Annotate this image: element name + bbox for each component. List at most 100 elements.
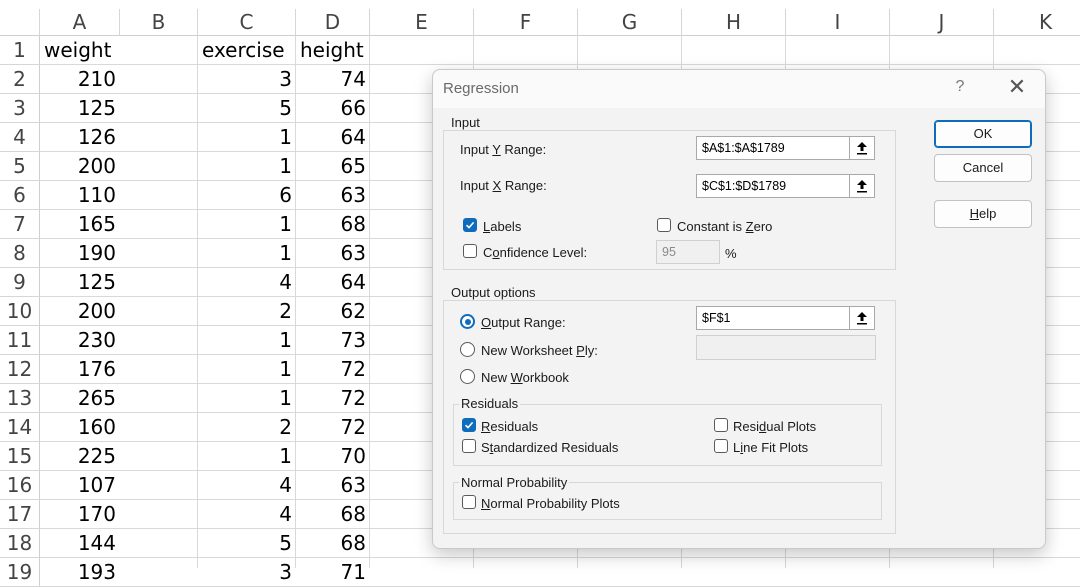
help-button[interactable]: Help — [934, 200, 1032, 228]
cell-c3[interactable]: 5 — [198, 94, 296, 123]
cell-d10[interactable]: 62 — [296, 297, 370, 326]
select-all-corner[interactable] — [0, 9, 40, 36]
row-header-13[interactable]: 13 — [0, 384, 40, 413]
cell-a14[interactable]: 160 — [40, 413, 120, 442]
column-header-h[interactable]: H — [682, 9, 786, 36]
cell-a3[interactable]: 125 — [40, 94, 120, 123]
line-fit-plots-checkbox[interactable] — [714, 439, 728, 453]
input-y-range-field[interactable]: $A$1:$A$1789 — [696, 136, 851, 160]
row-header-12[interactable]: 12 — [0, 355, 40, 384]
cell-a10[interactable]: 200 — [40, 297, 120, 326]
row-header-7[interactable]: 7 — [0, 210, 40, 239]
column-header-a[interactable]: A — [40, 9, 120, 36]
cell-a18[interactable]: 144 — [40, 529, 120, 558]
row-header-2[interactable]: 2 — [0, 65, 40, 94]
confidence-level-checkbox[interactable] — [463, 244, 477, 258]
cell-a5[interactable]: 200 — [40, 152, 120, 181]
cell-d2[interactable]: 74 — [296, 65, 370, 94]
cell-c4[interactable]: 1 — [198, 123, 296, 152]
cell-a1[interactable]: weight — [40, 36, 120, 65]
cell-d6[interactable]: 63 — [296, 181, 370, 210]
cell-a12[interactable]: 176 — [40, 355, 120, 384]
output-range-picker-button[interactable] — [849, 306, 875, 330]
output-range-field[interactable]: $F$1 — [696, 306, 851, 330]
column-header-g[interactable]: G — [578, 9, 682, 36]
y-range-picker-button[interactable] — [849, 136, 875, 160]
confidence-level-field[interactable]: 95 — [656, 240, 720, 264]
row-header-17[interactable]: 17 — [0, 500, 40, 529]
cell-d4[interactable]: 64 — [296, 123, 370, 152]
input-x-range-field[interactable]: $C$1:$D$1789 — [696, 174, 851, 198]
cell-d3[interactable]: 66 — [296, 94, 370, 123]
cell-c1[interactable]: exercise — [198, 36, 296, 65]
row-header-3[interactable]: 3 — [0, 94, 40, 123]
cell-c12[interactable]: 1 — [198, 355, 296, 384]
cell-d15[interactable]: 70 — [296, 442, 370, 471]
column-header-k[interactable]: K — [994, 9, 1080, 36]
cell-d12[interactable]: 72 — [296, 355, 370, 384]
cell-d13[interactable]: 72 — [296, 384, 370, 413]
row-header-11[interactable]: 11 — [0, 326, 40, 355]
cell-d17[interactable]: 68 — [296, 500, 370, 529]
x-range-picker-button[interactable] — [849, 174, 875, 198]
dialog-titlebar[interactable]: Regression ? ✕ — [433, 70, 1045, 108]
normal-probability-plots-checkbox[interactable] — [462, 495, 476, 509]
row-header-5[interactable]: 5 — [0, 152, 40, 181]
cell-a6[interactable]: 110 — [40, 181, 120, 210]
column-header-d[interactable]: D — [296, 9, 370, 36]
cell-c14[interactable]: 2 — [198, 413, 296, 442]
column-header-b[interactable]: B — [120, 9, 198, 36]
cancel-button[interactable]: Cancel — [934, 154, 1032, 182]
cell-c6[interactable]: 6 — [198, 181, 296, 210]
residual-plots-checkbox[interactable] — [714, 418, 728, 432]
column-header-j[interactable]: J — [890, 9, 994, 36]
cell-a8[interactable]: 190 — [40, 239, 120, 268]
new-workbook-radio[interactable] — [460, 369, 475, 384]
cell-a19[interactable]: 193 — [40, 558, 120, 587]
cell-c7[interactable]: 1 — [198, 210, 296, 239]
row-header-1[interactable]: 1 — [0, 36, 40, 65]
cell-c5[interactable]: 1 — [198, 152, 296, 181]
cell-d19[interactable]: 71 — [296, 558, 370, 587]
residuals-checkbox[interactable] — [462, 418, 476, 432]
cell-d5[interactable]: 65 — [296, 152, 370, 181]
row-header-15[interactable]: 15 — [0, 442, 40, 471]
cell-c17[interactable]: 4 — [198, 500, 296, 529]
cell-c8[interactable]: 1 — [198, 239, 296, 268]
row-header-14[interactable]: 14 — [0, 413, 40, 442]
cell-d18[interactable]: 68 — [296, 529, 370, 558]
column-header-e[interactable]: E — [370, 9, 474, 36]
cell-d7[interactable]: 68 — [296, 210, 370, 239]
ok-button[interactable]: OK — [934, 120, 1032, 148]
constant-zero-checkbox[interactable] — [657, 218, 671, 232]
row-header-4[interactable]: 4 — [0, 123, 40, 152]
column-header-f[interactable]: F — [474, 9, 578, 36]
cell-d11[interactable]: 73 — [296, 326, 370, 355]
output-range-radio[interactable] — [460, 314, 475, 329]
labels-checkbox[interactable] — [463, 218, 477, 232]
row-header-10[interactable]: 10 — [0, 297, 40, 326]
cell-d1[interactable]: height — [296, 36, 370, 65]
cell-a15[interactable]: 225 — [40, 442, 120, 471]
new-worksheet-ply-field[interactable] — [696, 335, 876, 360]
close-icon[interactable]: ✕ — [1005, 76, 1029, 98]
cell-c11[interactable]: 1 — [198, 326, 296, 355]
cell-a9[interactable]: 125 — [40, 268, 120, 297]
row-header-16[interactable]: 16 — [0, 471, 40, 500]
cell-c16[interactable]: 4 — [198, 471, 296, 500]
cell-a2[interactable]: 210 — [40, 65, 120, 94]
column-header-c[interactable]: C — [198, 9, 296, 36]
cell-d14[interactable]: 72 — [296, 413, 370, 442]
row-header-18[interactable]: 18 — [0, 529, 40, 558]
row-header-6[interactable]: 6 — [0, 181, 40, 210]
cell-c15[interactable]: 1 — [198, 442, 296, 471]
cell-a11[interactable]: 230 — [40, 326, 120, 355]
cell-a17[interactable]: 170 — [40, 500, 120, 529]
cell-c13[interactable]: 1 — [198, 384, 296, 413]
cell-c10[interactable]: 2 — [198, 297, 296, 326]
column-header-i[interactable]: I — [786, 9, 890, 36]
cell-c18[interactable]: 5 — [198, 529, 296, 558]
new-worksheet-ply-radio[interactable] — [460, 342, 475, 357]
cell-a4[interactable]: 126 — [40, 123, 120, 152]
cell-a7[interactable]: 165 — [40, 210, 120, 239]
